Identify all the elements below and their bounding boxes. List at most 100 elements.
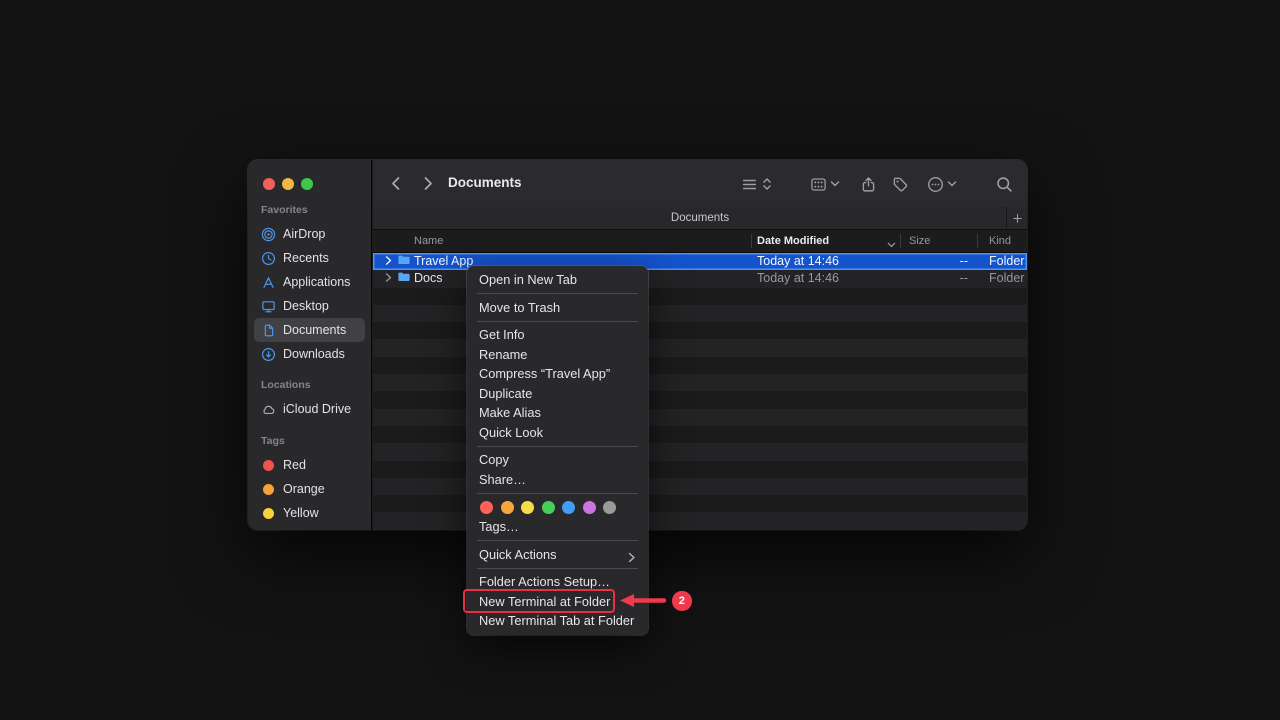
column-header-name[interactable]: Name xyxy=(414,235,443,247)
menu-item-quick-actions[interactable]: Quick Actions xyxy=(467,545,648,565)
menu-item-move-to-trash[interactable]: Move to Trash xyxy=(467,298,648,318)
file-name: Docs xyxy=(414,270,442,287)
traffic-light-minimize[interactable] xyxy=(282,178,294,190)
new-tab-button[interactable] xyxy=(1006,207,1027,229)
back-icon[interactable] xyxy=(389,175,405,192)
tag-color-dot[interactable] xyxy=(542,501,555,514)
desktop-background: Favorites AirDrop Recents Applications Deskt… xyxy=(0,0,1280,720)
menu-item-make-alias[interactable]: Make Alias xyxy=(467,403,648,423)
menu-item-rename[interactable]: Rename xyxy=(467,345,648,365)
sort-carets-icon xyxy=(761,176,773,192)
menu-item-get-info[interactable]: Get Info xyxy=(467,325,648,345)
menu-item-tags[interactable]: Tags… xyxy=(467,517,648,537)
sidebar-item-label: Applications xyxy=(283,275,350,289)
sidebar-item-red[interactable]: Red xyxy=(254,453,365,477)
file-size: -- xyxy=(916,270,968,287)
file-name: Travel App xyxy=(414,253,473,270)
menu-item-new-terminal-tab-at-folder[interactable]: New Terminal Tab at Folder xyxy=(467,611,648,631)
recents-icon xyxy=(260,250,276,266)
menu-separator xyxy=(477,321,638,322)
sidebar-item-downloads[interactable]: Downloads xyxy=(254,342,365,366)
menu-item-label: Compress “Travel App” xyxy=(479,364,636,384)
annotation-step-badge: 2 xyxy=(672,591,692,611)
sidebar-item-label: Documents xyxy=(283,323,346,337)
column-divider xyxy=(900,234,901,248)
window-controls xyxy=(263,178,313,190)
tag-icon[interactable] xyxy=(892,175,909,193)
plus-icon xyxy=(1012,213,1023,224)
forward-icon[interactable] xyxy=(419,175,435,192)
menu-separator xyxy=(477,493,638,494)
traffic-light-close[interactable] xyxy=(263,178,275,190)
tag-color-dot[interactable] xyxy=(603,501,616,514)
sidebar-item-airdrop[interactable]: AirDrop xyxy=(254,222,365,246)
sidebar-item-label: Recents xyxy=(283,251,329,265)
chevron-down-icon xyxy=(947,180,957,188)
icloud-icon xyxy=(260,401,276,417)
column-header-row: Name Date Modified Size Kind xyxy=(373,230,1027,253)
sidebar-item-label: AirDrop xyxy=(283,227,325,241)
downloads-icon xyxy=(260,346,276,362)
file-kind: Folder xyxy=(989,253,1024,270)
sidebar-item-yellow[interactable]: Yellow xyxy=(254,501,365,525)
sidebar-item-icloud-drive[interactable]: iCloud Drive xyxy=(254,397,365,421)
menu-item-label: Tags… xyxy=(479,517,636,537)
menu-item-open-in-new-tab[interactable]: Open in New Tab xyxy=(467,270,648,290)
finder-sidebar: Favorites AirDrop Recents Applications Deskt… xyxy=(248,160,372,530)
sidebar-section-label: Tags xyxy=(248,435,371,448)
menu-separator xyxy=(477,293,638,294)
file-size: -- xyxy=(916,253,968,270)
menu-tag-colors xyxy=(467,497,648,517)
tab-bar: Documents xyxy=(373,207,1027,230)
annotation-arrow-icon xyxy=(619,592,666,609)
tag-color-dot[interactable] xyxy=(521,501,534,514)
column-header-date-modified[interactable]: Date Modified xyxy=(757,235,829,247)
sidebar-item-green[interactable]: Green xyxy=(254,525,365,530)
menu-item-label: Get Info xyxy=(479,325,636,345)
sidebar-item-documents[interactable]: Documents xyxy=(254,318,365,342)
menu-item-label: Move to Trash xyxy=(479,298,636,318)
more-actions-icon[interactable] xyxy=(927,175,957,193)
menu-item-label: Quick Look xyxy=(479,423,636,443)
menu-item-copy[interactable]: Copy xyxy=(467,450,648,470)
sidebar-item-label: Desktop xyxy=(283,299,329,313)
traffic-light-zoom[interactable] xyxy=(301,178,313,190)
menu-item-duplicate[interactable]: Duplicate xyxy=(467,384,648,404)
column-header-kind[interactable]: Kind xyxy=(989,235,1011,247)
menu-item-compress-travel-app[interactable]: Compress “Travel App” xyxy=(467,364,648,384)
sidebar-item-orange[interactable]: Orange xyxy=(254,477,365,501)
sidebar-item-label: Yellow xyxy=(283,506,319,520)
sidebar-section-label: Locations xyxy=(248,379,371,392)
tag-color-dot[interactable] xyxy=(501,501,514,514)
menu-separator xyxy=(477,446,638,447)
group-view-icon[interactable] xyxy=(810,175,840,193)
tag-color-dot[interactable] xyxy=(583,501,596,514)
menu-item-label: Rename xyxy=(479,345,636,365)
sidebar-item-label: Downloads xyxy=(283,347,345,361)
sidebar-item-label: Orange xyxy=(283,482,325,496)
file-date-modified: Today at 14:46 xyxy=(757,270,839,287)
finder-toolbar: Documents xyxy=(373,160,1027,207)
sidebar-section-label: Favorites xyxy=(248,204,371,217)
window-title: Documents xyxy=(448,175,522,190)
column-divider xyxy=(751,234,752,248)
tag-color-dot[interactable] xyxy=(480,501,493,514)
share-icon[interactable] xyxy=(860,175,877,193)
column-header-size[interactable]: Size xyxy=(909,235,930,247)
sidebar-item-desktop[interactable]: Desktop xyxy=(254,294,365,318)
context-menu: Open in New Tab Move to Trash Get InfoRena… xyxy=(467,266,648,635)
tab-documents[interactable]: Documents xyxy=(671,212,729,224)
search-icon[interactable] xyxy=(996,175,1013,193)
chevron-down-icon xyxy=(830,180,840,188)
file-kind: Folder xyxy=(989,270,1024,287)
menu-item-share[interactable]: Share… xyxy=(467,470,648,490)
sidebar-item-recents[interactable]: Recents xyxy=(254,246,365,270)
tag-color-dot xyxy=(263,508,274,519)
menu-item-quick-look[interactable]: Quick Look xyxy=(467,423,648,443)
tag-color-dot[interactable] xyxy=(562,501,575,514)
sidebar-item-applications[interactable]: Applications xyxy=(254,270,365,294)
tag-color-dot xyxy=(263,484,274,495)
desktop-icon xyxy=(260,298,276,314)
menu-item-label: Open in New Tab xyxy=(479,270,636,290)
list-view-icon[interactable] xyxy=(741,175,773,193)
